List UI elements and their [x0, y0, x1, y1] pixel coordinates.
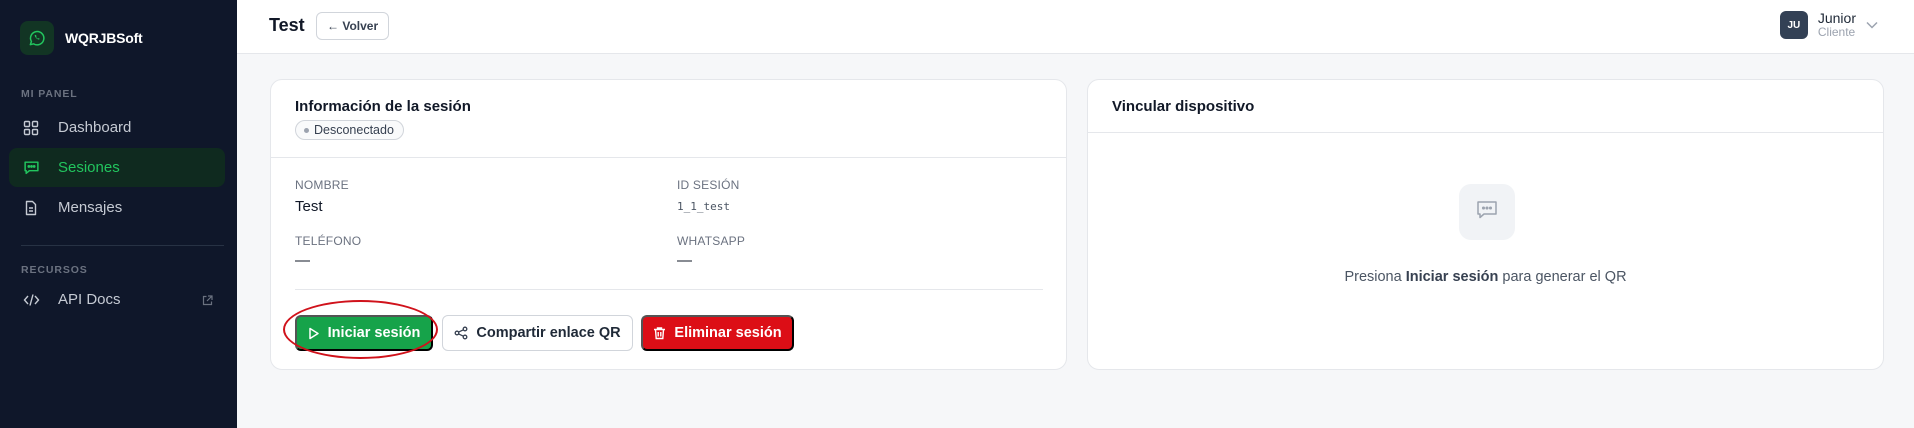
sidebar-item-api-docs[interactable]: API Docs: [9, 280, 225, 319]
qr-hint-bold: Iniciar sesión: [1405, 269, 1499, 285]
start-session-button[interactable]: Iniciar sesión: [295, 315, 433, 351]
card-divider: [1088, 132, 1883, 133]
sidebar: WQRJBSoft MI PANEL Dashboard Sesiones Me…: [0, 0, 237, 428]
back-button[interactable]: ← Volver: [316, 12, 390, 40]
delete-session-button[interactable]: Eliminar sesión: [641, 315, 794, 351]
card-divider: [271, 157, 1066, 158]
page-title: Test: [269, 15, 305, 35]
avatar: JU: [1779, 11, 1808, 40]
field-value-phone: —: [295, 252, 310, 269]
link-device-card: Vincular dispositivo Presiona Iniciar se…: [1087, 79, 1884, 370]
user-menu[interactable]: JU Junior Cliente: [1779, 10, 1878, 40]
sidebar-item-label: Mensajes: [58, 199, 123, 216]
field-label-name: NOMBRE: [295, 178, 349, 192]
qr-hint-prefix: Presiona: [1344, 269, 1406, 285]
field-label-session-id: ID SESIÓN: [677, 178, 740, 192]
user-name: Junior: [1817, 10, 1856, 26]
grid-icon: [22, 119, 40, 137]
sidebar-item-label: API Docs: [58, 291, 121, 308]
status-text: Desconectado: [314, 123, 394, 137]
sidebar-item-label: Dashboard: [58, 119, 132, 136]
chat-icon: [22, 159, 40, 177]
chat-icon: [1476, 200, 1498, 225]
fields-divider: [295, 289, 1043, 290]
sidebar-item-sesiones[interactable]: Sesiones: [9, 148, 225, 187]
card-title: Vincular dispositivo: [1112, 98, 1255, 115]
section-label-resources: RECURSOS: [21, 264, 88, 276]
brand[interactable]: WQRJBSoft: [20, 21, 143, 55]
whatsapp-icon: [20, 21, 54, 55]
user-info: Junior Cliente: [1817, 10, 1856, 40]
trash-icon: [653, 326, 666, 340]
section-label-panel: MI PANEL: [21, 88, 78, 100]
sidebar-item-dashboard[interactable]: Dashboard: [9, 108, 225, 147]
status-dot: [304, 127, 309, 133]
code-icon: [22, 291, 40, 309]
brand-name: WQRJBSoft: [65, 30, 143, 46]
top-bar: Test ← Volver JU Junior Cliente: [237, 0, 1914, 54]
sidebar-item-mensajes[interactable]: Mensajes: [9, 188, 225, 227]
chevron-down-icon[interactable]: [1866, 16, 1878, 34]
field-label-whatsapp: WHATSAPP: [677, 234, 746, 248]
sidebar-divider: [21, 245, 224, 246]
card-title: Información de la sesión: [295, 98, 471, 115]
sidebar-item-label: Sesiones: [58, 159, 120, 176]
field-value-session-id: 1_1_test: [677, 200, 730, 213]
share-icon: [454, 326, 468, 340]
field-value-whatsapp: —: [677, 252, 692, 269]
share-qr-link-label: Compartir enlace QR: [476, 325, 621, 341]
qr-hint-suffix: para generar el QR: [1498, 269, 1627, 285]
qr-placeholder: [1459, 184, 1515, 240]
start-session-label: Iniciar sesión: [327, 325, 421, 341]
field-label-phone: TELÉFONO: [295, 234, 362, 248]
status-badge: Desconectado: [295, 120, 404, 140]
field-value-name: Test: [295, 198, 323, 215]
session-info-card: Información de la sesión Desconectado NO…: [270, 79, 1067, 370]
share-qr-link-button[interactable]: Compartir enlace QR: [442, 315, 633, 351]
external-link-icon: [202, 293, 213, 310]
document-icon: [22, 199, 40, 217]
user-role: Cliente: [1817, 25, 1856, 40]
play-icon: [308, 327, 320, 340]
delete-session-label: Eliminar sesión: [674, 325, 782, 341]
qr-hint: Presiona Iniciar sesión para generar el …: [1088, 269, 1883, 285]
